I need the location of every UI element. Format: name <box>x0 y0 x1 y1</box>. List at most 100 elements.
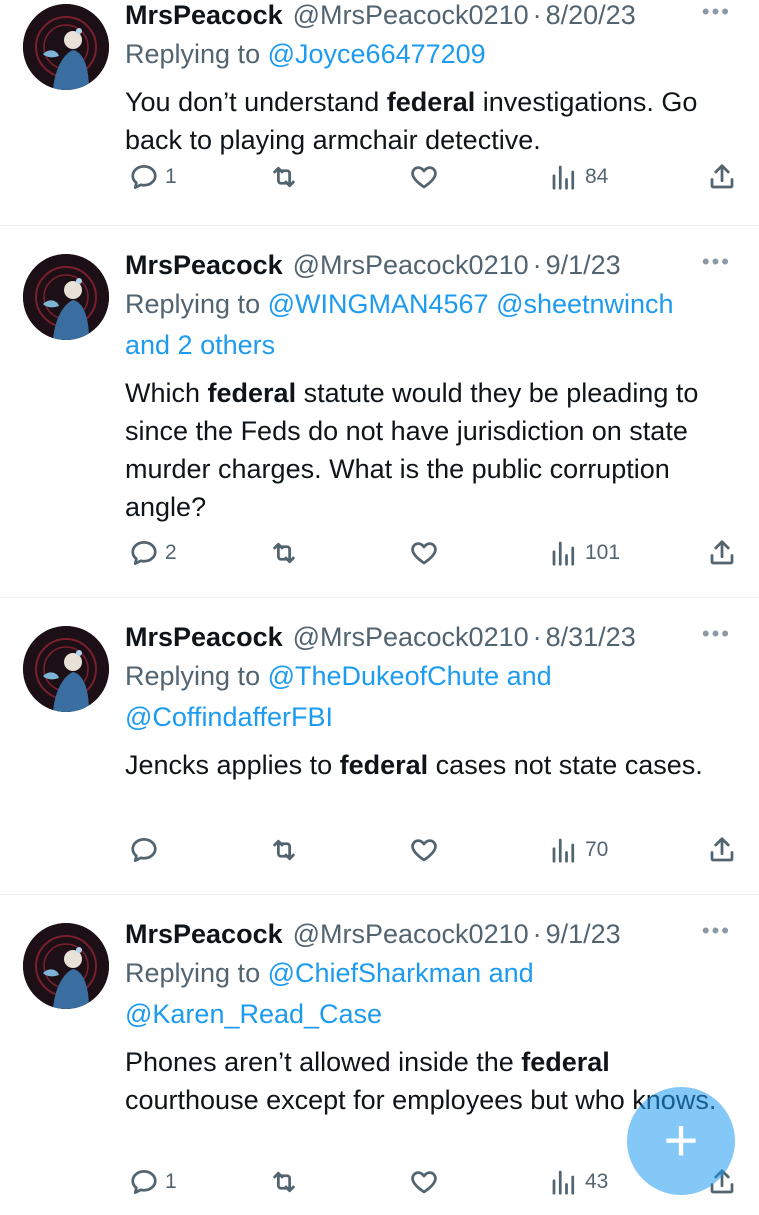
display-name[interactable]: MrsPeacock <box>125 246 283 284</box>
user-handle[interactable]: @MrsPeacock0210 <box>293 246 529 284</box>
views-button[interactable]: 84 <box>549 162 608 192</box>
like-button[interactable] <box>409 162 439 192</box>
reply-mention[interactable]: @Joyce66477209 <box>268 39 486 69</box>
retweet-icon <box>273 166 295 188</box>
display-name[interactable]: MrsPeacock <box>125 915 283 953</box>
like-button[interactable] <box>409 538 439 568</box>
reply-mention-more[interactable]: and 2 others <box>125 325 737 366</box>
reply-button[interactable] <box>129 835 165 865</box>
retweet-button[interactable] <box>269 835 299 865</box>
like-button[interactable] <box>409 1167 439 1197</box>
separator: · <box>532 622 542 652</box>
avatar-image <box>23 626 109 712</box>
views-count: 101 <box>585 541 621 564</box>
reply-button[interactable]: 1 <box>129 162 177 192</box>
views-icon <box>552 165 575 190</box>
replying-to: Replying to @ChiefSharkman and @Karen_Re… <box>125 953 737 1035</box>
tweet-header: MrsPeacock @MrsPeacock0210 · 8/20/23 <box>125 0 737 34</box>
tweet-date[interactable]: 8/31/23 <box>546 618 636 656</box>
views-button[interactable]: 70 <box>549 835 608 865</box>
user-handle[interactable]: @MrsPeacock0210 <box>293 0 529 34</box>
views-icon <box>552 838 575 863</box>
tweet-feed: MrsPeacock @MrsPeacock0210 · 8/20/23 •••… <box>0 0 759 1215</box>
text-part: cases not state cases. <box>428 750 703 780</box>
text-part: Phones aren’t allowed inside the <box>125 1047 522 1077</box>
avatar[interactable] <box>23 4 109 90</box>
views-button[interactable]: 43 <box>549 1167 608 1197</box>
retweet-icon <box>273 542 295 564</box>
plus-icon: + <box>663 1107 699 1174</box>
reply-button[interactable]: 2 <box>129 538 177 568</box>
heart-icon <box>411 542 437 565</box>
views-count: 70 <box>585 838 609 861</box>
tweet-text: Jencks applies to federal cases not stat… <box>125 746 737 784</box>
user-handle[interactable]: @MrsPeacock0210 <box>293 618 529 656</box>
tweet-header: MrsPeacock @MrsPeacock0210 · 8/31/23 <box>125 618 737 656</box>
action-bar: 1 84 <box>125 162 737 202</box>
reply-button[interactable]: 1 <box>129 1167 177 1197</box>
tweet-text: You don’t understand federal investigati… <box>125 83 737 159</box>
like-button[interactable] <box>409 835 439 865</box>
tweet-text: Which federal statute would they be plea… <box>125 374 737 526</box>
replying-label: Replying to <box>125 661 261 691</box>
views-button[interactable]: 101 <box>549 538 620 568</box>
more-dots-icon[interactable]: ••• <box>702 1 731 23</box>
reply-mention-more[interactable]: @CoffindafferFBI <box>125 697 737 738</box>
avatar[interactable] <box>23 626 109 712</box>
avatar-image <box>23 254 109 340</box>
reply-mention[interactable]: @WINGMAN4567 @sheetnwinch <box>268 289 674 319</box>
replying-label: Replying to <box>125 289 261 319</box>
user-handle[interactable]: @MrsPeacock0210 <box>293 915 529 953</box>
more-dots-icon[interactable]: ••• <box>702 251 731 273</box>
avatar-image <box>23 923 109 1009</box>
replying-label: Replying to <box>125 39 261 69</box>
reply-mention-more[interactable]: @Karen_Read_Case <box>125 994 737 1035</box>
heart-icon <box>411 839 437 862</box>
heart-icon <box>411 1171 437 1194</box>
views-icon <box>552 1170 575 1195</box>
views-icon <box>552 541 575 566</box>
display-name[interactable]: MrsPeacock <box>125 0 283 34</box>
highlight-term: federal <box>386 87 476 117</box>
action-bar: 70 <box>125 835 737 875</box>
share-button[interactable] <box>707 835 737 865</box>
views-count: 43 <box>585 1170 609 1193</box>
retweet-button[interactable] <box>269 162 299 192</box>
share-button[interactable] <box>707 162 737 192</box>
action-bar: 2 101 <box>125 538 737 578</box>
reply-icon <box>131 1170 157 1194</box>
more-dots-icon[interactable]: ••• <box>702 623 731 645</box>
tweet-header: MrsPeacock @MrsPeacock0210 · 9/1/23 <box>125 246 737 284</box>
display-name[interactable]: MrsPeacock <box>125 618 283 656</box>
retweet-button[interactable] <box>269 538 299 568</box>
retweet-button[interactable] <box>269 1167 299 1197</box>
share-button[interactable] <box>707 538 737 568</box>
replying-label: Replying to <box>125 958 261 988</box>
tweet[interactable]: MrsPeacock @MrsPeacock0210 · 9/1/23 ••• … <box>0 226 759 598</box>
highlight-term: federal <box>207 378 297 408</box>
tweet-date[interactable]: 9/1/23 <box>546 915 621 953</box>
avatar-image <box>23 4 109 90</box>
avatar[interactable] <box>23 254 109 340</box>
avatar[interactable] <box>23 923 109 1009</box>
text-part: Jencks applies to <box>125 750 340 780</box>
reply-count: 1 <box>165 1170 177 1193</box>
replying-to: Replying to @TheDukeofChute and @Coffind… <box>125 656 737 738</box>
reply-mention[interactable]: @TheDukeofChute and <box>268 661 552 691</box>
tweet-date[interactable]: 8/20/23 <box>546 0 636 34</box>
highlight-term: federal <box>521 1047 610 1077</box>
separator: · <box>532 0 542 30</box>
replying-to: Replying to @WINGMAN4567 @sheetnwinch an… <box>125 284 737 366</box>
more-dots-icon[interactable]: ••• <box>702 920 731 942</box>
replying-to: Replying to @Joyce66477209 <box>125 34 737 75</box>
reply-mention[interactable]: @ChiefSharkman and <box>268 958 534 988</box>
tweet-date[interactable]: 9/1/23 <box>546 246 621 284</box>
text-part: courthouse except for employees but who … <box>125 1085 717 1115</box>
compose-button[interactable]: + <box>627 1087 735 1195</box>
tweet[interactable]: MrsPeacock @MrsPeacock0210 · 8/31/23 •••… <box>0 598 759 895</box>
tweet[interactable]: MrsPeacock @MrsPeacock0210 · 8/20/23 •••… <box>0 0 759 226</box>
text-part: You don’t understand <box>125 87 387 117</box>
share-icon <box>710 164 734 189</box>
retweet-icon <box>273 1171 295 1193</box>
reply-count: 2 <box>165 541 177 564</box>
